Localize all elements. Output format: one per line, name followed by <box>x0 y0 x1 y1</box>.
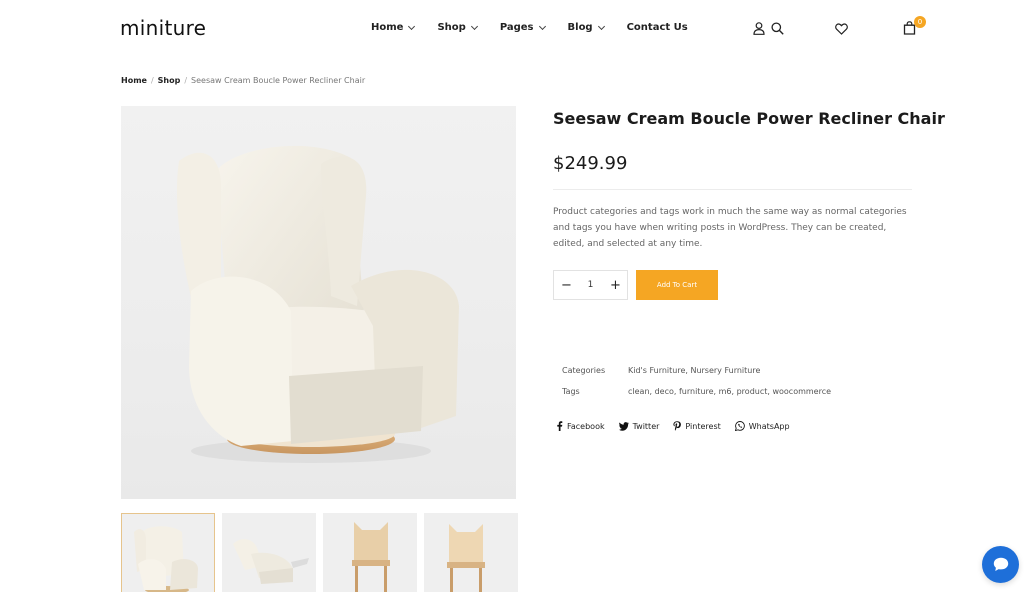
share-facebook[interactable]: Facebook <box>556 421 605 431</box>
recliner-chair-image <box>176 145 459 463</box>
whatsapp-icon <box>734 421 745 431</box>
breadcrumb-current: Seesaw Cream Boucle Power Recliner Chair <box>191 76 366 85</box>
pinterest-icon <box>673 421 682 431</box>
quantity-decrease-button[interactable]: − <box>561 278 572 293</box>
quantity-stepper: − 1 + <box>553 270 628 300</box>
meta-tags-row: Tags clean, deco, furniture, m6, product… <box>562 381 831 402</box>
divider <box>553 189 912 190</box>
cart-count-badge: 0 <box>914 16 926 28</box>
share-whatsapp[interactable]: WhatsApp <box>734 421 790 431</box>
share-facebook-label: Facebook <box>567 421 605 431</box>
nav-label-shop: Shop <box>437 22 466 33</box>
thumbnail-kids-chair <box>352 522 390 592</box>
product-meta: Categories Kid's Furniture, Nursery Furn… <box>562 360 831 402</box>
site-header: miniture Home Shop Pages Blog Contact Us <box>0 0 1024 58</box>
nav-item-shop[interactable]: Shop <box>437 22 478 33</box>
chevron-down-icon <box>470 22 478 30</box>
share-links: Facebook Twitter Pinterest WhatsApp <box>556 421 804 431</box>
add-to-cart-button[interactable]: Add To Cart <box>636 270 718 300</box>
share-whatsapp-label: WhatsApp <box>748 421 790 431</box>
breadcrumb-separator: / <box>150 76 154 85</box>
nav-item-blog[interactable]: Blog <box>567 22 605 33</box>
breadcrumb-separator: / <box>184 76 188 85</box>
facebook-icon <box>557 421 563 431</box>
product-main-image[interactable] <box>121 106 516 499</box>
thumbnail-chair-reclined <box>233 539 309 584</box>
share-pinterest-label: Pinterest <box>685 421 721 431</box>
product-price: $249.99 <box>553 153 628 174</box>
nav-label-blog: Blog <box>567 22 593 33</box>
chat-bubble-icon <box>993 557 1008 571</box>
share-twitter-label: Twitter <box>632 421 660 431</box>
nav-item-home[interactable]: Home <box>371 22 416 33</box>
meta-tags-value[interactable]: clean, deco, furniture, m6, product, woo… <box>628 387 831 396</box>
thumbnail-strip <box>121 513 518 592</box>
twitter-icon <box>618 421 629 431</box>
main-nav: Home Shop Pages Blog Contact Us <box>371 22 688 33</box>
meta-categories-label: Categories <box>562 366 606 375</box>
meta-categories-value[interactable]: Kid's Furniture, Nursery Furniture <box>628 366 760 375</box>
product-title: Seesaw Cream Boucle Power Recliner Chair <box>553 109 945 128</box>
nav-item-pages[interactable]: Pages <box>499 22 546 33</box>
nav-item-contact[interactable]: Contact Us <box>627 22 688 33</box>
share-pinterest[interactable]: Pinterest <box>673 421 721 431</box>
heart-icon[interactable] <box>835 23 848 35</box>
quantity-value[interactable]: 1 <box>588 280 594 290</box>
nav-label-pages: Pages <box>499 22 534 33</box>
product-description: Product categories and tags work in much… <box>553 207 907 249</box>
meta-tags-label: Tags <box>562 387 580 396</box>
thumbnail-chair-front <box>134 526 198 592</box>
chevron-down-icon <box>538 22 546 30</box>
chevron-down-icon <box>408 22 416 30</box>
quantity-increase-button[interactable]: + <box>610 278 621 293</box>
chevron-down-icon <box>597 22 605 30</box>
nav-label-home: Home <box>371 22 404 33</box>
breadcrumb-home[interactable]: Home <box>121 76 147 85</box>
meta-categories-row: Categories Kid's Furniture, Nursery Furn… <box>562 360 831 381</box>
search-icon[interactable] <box>771 22 784 35</box>
thumbnail-kids-chair-alt <box>447 524 485 592</box>
breadcrumb-shop[interactable]: Shop <box>158 76 181 85</box>
thumbnail-2[interactable] <box>222 513 316 592</box>
thumbnail-3[interactable] <box>323 513 417 592</box>
nav-label-contact: Contact Us <box>626 22 688 33</box>
share-twitter[interactable]: Twitter <box>618 421 660 431</box>
breadcrumb: Home / Shop / Seesaw Cream Boucle Power … <box>121 76 365 85</box>
chat-button[interactable] <box>982 546 1019 583</box>
user-icon[interactable] <box>753 22 765 35</box>
site-logo[interactable]: miniture <box>120 16 206 40</box>
thumbnail-1[interactable] <box>121 513 215 592</box>
thumbnail-4[interactable] <box>424 513 518 592</box>
